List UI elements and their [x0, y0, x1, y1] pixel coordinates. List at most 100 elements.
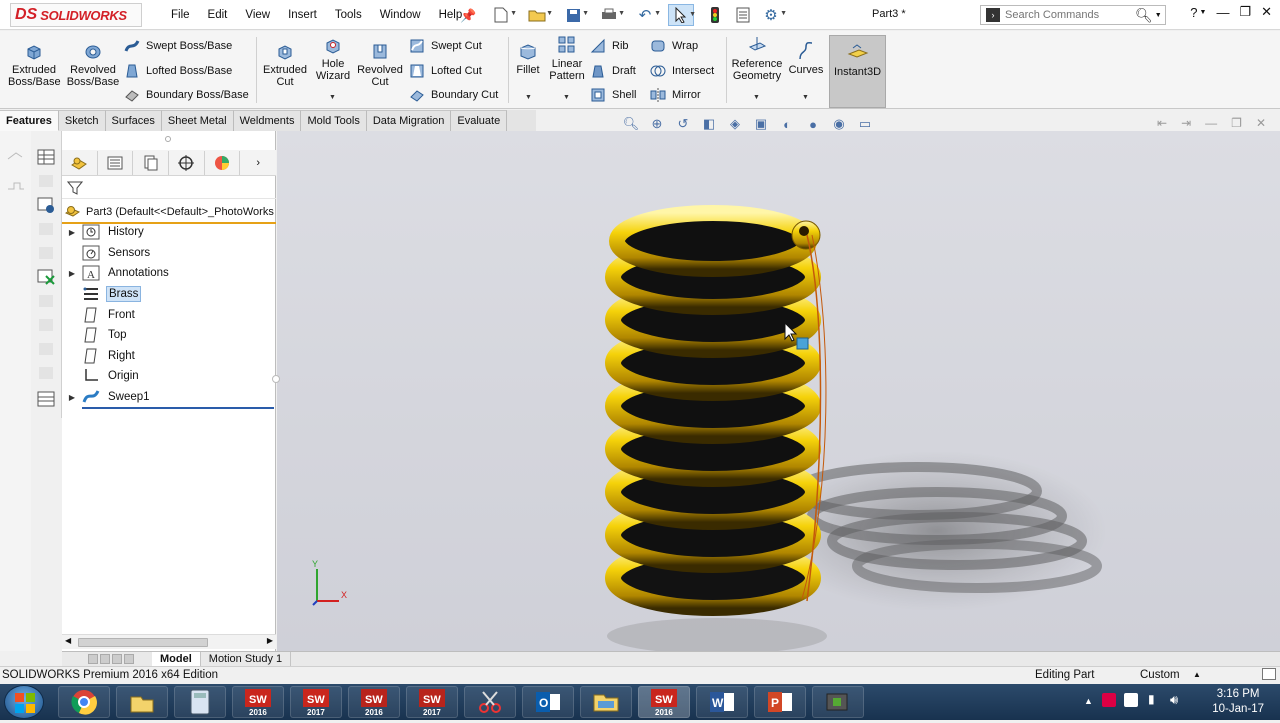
viewport-collapse-icon[interactable]: ⇥	[1181, 116, 1191, 130]
tab-sheet-metal[interactable]: Sheet Metal	[161, 110, 234, 131]
reference-geometry-button[interactable]: Reference Geometry	[730, 31, 784, 82]
open-folder-icon[interactable]: ▼	[524, 4, 553, 26]
instant3d-button[interactable]: Instant3D	[829, 35, 886, 108]
show-hidden-icons[interactable]: ▲	[1084, 696, 1093, 706]
viewport-restore-icon[interactable]: ❐	[1231, 116, 1242, 130]
display-manager-tab-icon[interactable]	[205, 150, 241, 175]
graphics-area[interactable]: Y X	[277, 131, 1280, 654]
hole-wizard-dropdown-icon[interactable]: ▼	[329, 94, 336, 101]
panel-resize-handle[interactable]	[272, 375, 280, 383]
boundary-cut-button[interactable]: Boundary Cut	[409, 85, 498, 105]
menu-file[interactable]: File	[162, 0, 199, 30]
expand-arrow-icon[interactable]: ▶	[62, 228, 82, 237]
boundary-boss-button[interactable]: Boundary Boss/Base	[124, 85, 249, 105]
swept-cut-button[interactable]: Swept Cut	[409, 36, 482, 56]
tree-root-part[interactable]: Part3 (Default<<Default>_PhotoWorks	[62, 202, 276, 224]
menu-edit[interactable]: Edit	[199, 0, 237, 30]
taskbar-solidworks-2017-b[interactable]: SW 2017	[406, 686, 458, 718]
hide-show-items-icon[interactable]: ◐	[776, 115, 798, 133]
viewport-close-icon[interactable]: ✕	[1256, 116, 1266, 130]
taskbar-clock[interactable]: 3:16 PM 10-Jan-17	[1212, 687, 1264, 717]
table-icon[interactable]	[37, 149, 55, 165]
hole-wizard-button[interactable]: Hole Wizard	[312, 31, 354, 82]
curves-dropdown-icon[interactable]: ▼	[802, 94, 809, 101]
expand-arrow-icon[interactable]: ▶	[62, 269, 82, 278]
new-document-icon[interactable]: ▼	[488, 4, 517, 26]
horizontal-scrollbar[interactable]: ◀ ▶	[62, 634, 276, 649]
solidworks-logo[interactable]: DS SOLIDWORKS	[10, 3, 142, 27]
tree-item-material-brass[interactable]: Brass	[62, 284, 142, 304]
close-icon[interactable]: ✕	[1261, 4, 1272, 20]
units-dropdown-icon[interactable]: ▲	[1193, 670, 1201, 679]
draft-button[interactable]: Draft	[590, 61, 636, 81]
taskbar-calculator[interactable]	[174, 686, 226, 718]
rebuild-traffic-light-icon[interactable]	[702, 4, 728, 26]
select-cursor-icon[interactable]: ▼	[668, 4, 696, 26]
revolved-cut-button[interactable]: Revolved Cut	[356, 37, 404, 88]
tab-evaluate[interactable]: Evaluate	[451, 110, 508, 131]
options-gear-icon[interactable]: ⚙ ▼	[758, 4, 787, 26]
grid-table-icon[interactable]	[37, 391, 55, 407]
extruded-cut-button[interactable]: Extruded Cut	[260, 37, 310, 88]
taskbar-chrome[interactable]	[58, 686, 110, 718]
search-commands-input[interactable]	[1005, 9, 1135, 21]
pin-icon[interactable]: 📌	[460, 8, 476, 24]
tab-motion-study-1[interactable]: Motion Study 1	[201, 652, 292, 666]
volume-icon[interactable]: 🔊︎	[1170, 692, 1178, 708]
tree-item-sweep1[interactable]: ▶ Sweep1	[62, 387, 152, 407]
apply-scene-icon[interactable]: ◉	[828, 115, 850, 133]
restore-icon[interactable]: ❐	[1239, 4, 1251, 20]
tab-weldments[interactable]: Weldments	[233, 110, 302, 131]
linear-pattern-button[interactable]: Linear Pattern	[548, 31, 586, 82]
dimxpert-manager-tab-icon[interactable]	[169, 150, 205, 175]
tree-filter[interactable]	[62, 177, 276, 199]
tree-item-sensors[interactable]: Sensors	[62, 243, 152, 263]
next-tab-icon[interactable]	[112, 654, 122, 664]
view-orientation-icon[interactable]: ◈	[724, 115, 746, 133]
search-icon[interactable]: 🔍︎	[1135, 7, 1153, 24]
scroll-left-icon[interactable]: ◀	[65, 636, 71, 645]
menu-view[interactable]: View	[236, 0, 279, 30]
taskbar-word[interactable]: W	[696, 686, 748, 718]
tree-item-front-plane[interactable]: Front	[62, 305, 137, 325]
tree-item-history[interactable]: ▶ History	[62, 222, 146, 242]
quick-tips-icon[interactable]	[1262, 668, 1276, 680]
network-signal-icon[interactable]: ▮	[1148, 692, 1155, 706]
panel-splitter-handle[interactable]	[165, 136, 171, 142]
first-tab-icon[interactable]	[88, 654, 98, 664]
taskbar-solidworks-2016[interactable]: SW 2016	[232, 686, 284, 718]
grayed-tool-icon[interactable]	[37, 293, 55, 309]
scroll-thumb[interactable]	[78, 638, 208, 647]
tree-item-origin[interactable]: Origin	[62, 366, 141, 386]
tray-app-icon[interactable]	[1102, 693, 1116, 707]
tab-sketch[interactable]: Sketch	[58, 110, 106, 131]
file-properties-icon[interactable]	[730, 4, 756, 26]
selection-handle[interactable]	[796, 337, 809, 350]
menu-window[interactable]: Window	[371, 0, 430, 30]
help-dropdown-icon[interactable]: ▼	[1200, 9, 1207, 16]
taskbar-outlook[interactable]: O	[522, 686, 574, 718]
undo-icon[interactable]: ↶ ▼	[632, 4, 661, 26]
taskbar-solidworks-2017[interactable]: SW 2017	[290, 686, 342, 718]
swept-boss-button[interactable]: Swept Boss/Base	[124, 36, 232, 56]
configuration-manager-tab-icon[interactable]	[133, 150, 170, 175]
tab-mold-tools[interactable]: Mold Tools	[301, 110, 367, 131]
menu-tools[interactable]: Tools	[326, 0, 371, 30]
minimize-icon[interactable]: —	[1216, 5, 1229, 20]
rib-button[interactable]: Rib	[590, 36, 629, 56]
taskbar-solidworks-active[interactable]: SW 2016	[638, 686, 690, 718]
grayed-tool-icon[interactable]	[37, 221, 55, 237]
reference-geometry-dropdown-icon[interactable]: ▼	[753, 94, 760, 101]
tree-item-annotations[interactable]: ▶ A Annotations	[62, 263, 171, 283]
revolved-boss-button[interactable]: Revolved Boss/Base	[66, 37, 120, 88]
design-table-icon[interactable]	[37, 197, 55, 213]
last-tab-icon[interactable]	[124, 654, 134, 664]
feature-manager-tab-icon[interactable]	[62, 150, 98, 175]
taskbar-camtasia[interactable]	[812, 686, 864, 718]
menu-insert[interactable]: Insert	[279, 0, 326, 30]
help-icon[interactable]: ?	[1190, 5, 1197, 20]
save-icon[interactable]: ▼	[560, 4, 589, 26]
expand-arrow-icon[interactable]: ▶	[62, 393, 82, 402]
edit-appearance-icon[interactable]: ●	[802, 115, 824, 133]
lofted-boss-button[interactable]: Lofted Boss/Base	[124, 61, 232, 81]
